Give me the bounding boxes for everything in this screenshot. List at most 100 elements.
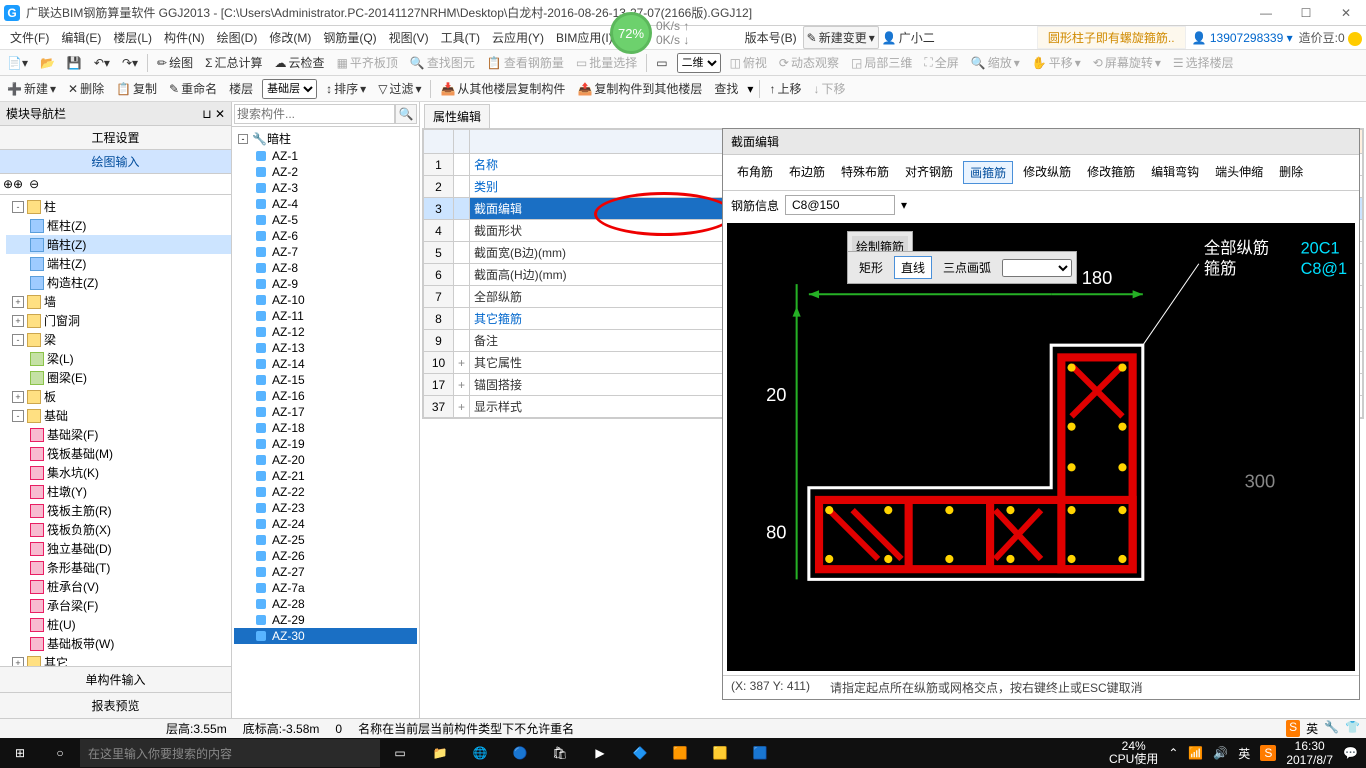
component-item[interactable]: AZ-1 [234,148,417,164]
component-item[interactable]: AZ-12 [234,324,417,340]
se-tool-2[interactable]: 特殊布筋 [835,161,895,184]
menu-tools[interactable]: 工具(T) [435,26,486,49]
se-tool-3[interactable]: 对齐钢筋 [899,161,959,184]
component-item[interactable]: AZ-16 [234,388,417,404]
menu-rebar[interactable]: 钢筋量(Q) [317,26,382,49]
nav-close-icon[interactable]: ✕ [215,107,225,121]
nav-tree-item[interactable]: +门窗洞 [6,311,231,330]
tray-icon[interactable]: 👕 [1345,720,1360,737]
nav-tree-item[interactable]: 筏板主筋(R) [6,501,231,520]
minimize-button[interactable]: — [1246,0,1286,26]
tb-save-icon[interactable]: 💾 [64,54,85,72]
menu-modify[interactable]: 修改(M) [263,26,317,49]
user-link[interactable]: 👤 广小二 [879,27,938,48]
pinned-app[interactable]: 🛍 [540,738,580,768]
component-root[interactable]: -🔧 暗柱 [234,129,417,148]
tb2-copy-to[interactable]: 📤 复制构件到其他楼层 [574,78,705,99]
component-item[interactable]: AZ-17 [234,404,417,420]
draw-extra-select[interactable] [1002,259,1072,277]
component-tree[interactable]: -🔧 暗柱 AZ-1AZ-2AZ-3AZ-4AZ-5AZ-6AZ-7AZ-8AZ… [232,127,419,718]
tb-draw[interactable]: ✏ 绘图 [154,52,196,73]
tray-vol-icon[interactable]: 🔊 [1213,746,1228,760]
nav-tree-item[interactable]: 柱墩(Y) [6,482,231,501]
se-tool-1[interactable]: 布边筋 [783,161,831,184]
search-button[interactable]: 🔍 [395,104,417,124]
tb2-filter[interactable]: ▽ 过滤 ▾ [375,78,424,99]
menu-cloud[interactable]: 云应用(Y) [486,26,550,49]
tb-view-rebar[interactable]: 📋 查看钢筋量 [484,52,567,73]
tb2-rename[interactable]: ✎ 重命名 [166,78,220,99]
draw-line[interactable]: 直线 [894,256,932,279]
nav-tree-item[interactable]: -基础 [6,406,231,425]
se-tool-6[interactable]: 修改箍筋 [1081,161,1141,184]
menu-version[interactable]: 版本号(B) [739,26,803,49]
floor-select[interactable]: 基础层 [262,79,317,99]
component-item[interactable]: AZ-25 [234,532,417,548]
se-tool-9[interactable]: 删除 [1273,161,1309,184]
perf-widget[interactable]: 24%CPU使用 [1109,740,1158,766]
se-tool-4[interactable]: 画箍筋 [963,161,1013,184]
pinned-app[interactable]: 📁 [420,738,460,768]
se-info-dropdown[interactable]: ▾ [901,198,907,212]
component-item[interactable]: AZ-19 [234,436,417,452]
component-item[interactable]: AZ-11 [234,308,417,324]
tb-sum[interactable]: Σ 汇总计算 [202,52,265,73]
tb-orbit[interactable]: ⟳ 动态观察 [776,52,842,73]
component-item[interactable]: AZ-6 [234,228,417,244]
taskbar-search[interactable]: 在这里输入你要搜索的内容 [80,739,380,767]
tb2-new[interactable]: ➕ 新建 ▾ [4,78,59,99]
tray-ime-icon[interactable]: S [1260,745,1276,761]
tb-find-elem[interactable]: 🔍 查找图元 [407,52,478,73]
component-item[interactable]: AZ-5 [234,212,417,228]
component-item[interactable]: AZ-18 [234,420,417,436]
speed-widget[interactable]: 72% 0K/s ↑ 0K/s ↓ [610,12,689,54]
component-item[interactable]: AZ-10 [234,292,417,308]
task-view-icon[interactable]: ▭ [380,738,420,768]
pinned-app[interactable]: 🟦 [740,738,780,768]
draw-arc[interactable]: 三点画弧 [936,256,998,279]
search-input[interactable] [234,104,395,124]
nav-tree-item[interactable]: +其它 [6,653,231,666]
nav-tree-item[interactable]: 桩(U) [6,615,231,634]
component-item[interactable]: AZ-9 [234,276,417,292]
nav-tree-item[interactable]: 暗柱(Z) [6,235,231,254]
tab-single-input[interactable]: 单构件输入 [0,666,231,692]
tb-2d-icon[interactable]: ▭ [653,54,670,72]
tray-net-icon[interactable]: 📶 [1188,746,1203,760]
pinned-app[interactable]: 🔵 [500,738,540,768]
tb2-sort[interactable]: ↕ 排序 ▾ [323,78,369,99]
component-item[interactable]: AZ-13 [234,340,417,356]
se-tool-0[interactable]: 布角筋 [731,161,779,184]
component-item[interactable]: AZ-28 [234,596,417,612]
menu-floor[interactable]: 楼层(L) [107,26,158,49]
component-item[interactable]: AZ-4 [234,196,417,212]
tip-link[interactable]: 圆形柱子即有螺旋箍筋.. [1037,26,1186,49]
component-item[interactable]: AZ-7 [234,244,417,260]
tb2-copy[interactable]: 📋 复制 [113,78,160,99]
tb2-copy-from[interactable]: 📥 从其他楼层复制构件 [437,78,568,99]
tab-draw-input[interactable]: 绘图输入 [0,150,231,174]
nav-tree-item[interactable]: 承台梁(F) [6,596,231,615]
component-item[interactable]: AZ-15 [234,372,417,388]
pinned-app[interactable]: 🟧 [660,738,700,768]
component-item[interactable]: AZ-24 [234,516,417,532]
start-button[interactable]: ⊞ [0,738,40,768]
tb-pan[interactable]: ✋ 平移 ▾ [1029,52,1084,73]
maximize-button[interactable]: ☐ [1286,0,1326,26]
menu-bim[interactable]: BIM应用(I) [550,26,619,49]
menu-component[interactable]: 构件(N) [158,26,211,49]
nav-pin-icon[interactable]: ⊔ [202,107,211,121]
tray-up-icon[interactable]: ⌃ [1168,746,1178,760]
view-mode-select[interactable]: 二维 [677,53,721,73]
tb-rotate[interactable]: ⟲ 屏幕旋转 ▾ [1090,52,1164,73]
tab-project-settings[interactable]: 工程设置 [0,126,231,150]
tb-batch-select[interactable]: ▭ 批量选择 [573,52,640,73]
close-button[interactable]: ✕ [1326,0,1366,26]
nav-tree-item[interactable]: +板 [6,387,231,406]
component-item[interactable]: AZ-21 [234,468,417,484]
menu-file[interactable]: 文件(F) [4,26,55,49]
se-tool-5[interactable]: 修改纵筋 [1017,161,1077,184]
se-tool-8[interactable]: 端头伸缩 [1209,161,1269,184]
expand-icon[interactable]: ⊕⊕ [3,177,23,191]
component-item[interactable]: AZ-23 [234,500,417,516]
